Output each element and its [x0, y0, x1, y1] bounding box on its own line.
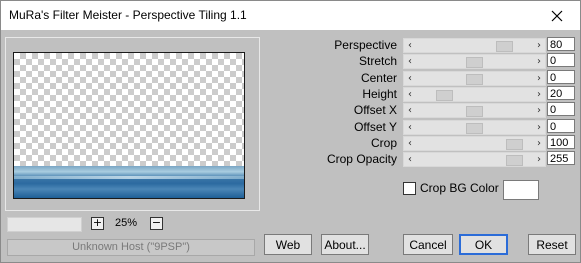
- close-icon: [551, 10, 563, 21]
- chevron-right-icon[interactable]: ›: [533, 121, 545, 134]
- filter-dialog: MuRa's Filter Meister - Perspective Tili…: [0, 0, 581, 263]
- cancel-button[interactable]: Cancel: [403, 234, 453, 255]
- param-slider[interactable]: ‹ ›: [403, 103, 546, 118]
- param-label: Height: [362, 87, 397, 101]
- param-value-field[interactable]: 255: [547, 151, 575, 165]
- chevron-right-icon[interactable]: ›: [533, 72, 545, 85]
- param-label: Offset Y: [354, 120, 397, 134]
- window-title: MuRa's Filter Meister - Perspective Tili…: [9, 8, 247, 22]
- slider-thumb[interactable]: [466, 106, 483, 117]
- about-button[interactable]: About...: [321, 234, 369, 255]
- param-value-field[interactable]: 0: [547, 53, 575, 67]
- zoom-in-button[interactable]: +: [91, 217, 104, 230]
- param-slider[interactable]: ‹ ›: [403, 120, 546, 135]
- param-slider[interactable]: ‹ ›: [403, 54, 546, 69]
- slider-thumb[interactable]: [506, 139, 523, 150]
- web-button[interactable]: Web: [264, 234, 312, 255]
- chevron-right-icon[interactable]: ›: [533, 104, 545, 117]
- chevron-left-icon[interactable]: ‹: [404, 153, 416, 166]
- crop-bg-color-label: Crop BG Color: [420, 181, 499, 195]
- param-label: Stretch: [358, 54, 397, 68]
- slider-thumb[interactable]: [506, 155, 523, 166]
- param-value-field[interactable]: 100: [547, 135, 575, 149]
- param-value-field[interactable]: 0: [547, 102, 575, 116]
- param-label: Crop: [370, 136, 397, 150]
- chevron-left-icon[interactable]: ‹: [404, 55, 416, 68]
- param-value-field[interactable]: 20: [547, 86, 575, 100]
- preview-tiled-floor: [14, 166, 244, 198]
- param-value-field[interactable]: 0: [547, 119, 575, 133]
- param-label: Center: [360, 71, 397, 85]
- slider-thumb[interactable]: [496, 41, 513, 52]
- chevron-left-icon[interactable]: ‹: [404, 121, 416, 134]
- title-bar[interactable]: MuRa's Filter Meister - Perspective Tili…: [1, 1, 580, 30]
- slider-thumb[interactable]: [436, 90, 453, 101]
- param-slider[interactable]: ‹ ›: [403, 38, 546, 53]
- chevron-right-icon[interactable]: ›: [533, 39, 545, 52]
- zoom-level: 25%: [115, 217, 138, 229]
- crop-bg-color-checkbox[interactable]: [403, 182, 416, 195]
- crop-bg-color-swatch[interactable]: [503, 180, 539, 200]
- zoom-out-button[interactable]: −: [150, 217, 163, 230]
- slider-thumb[interactable]: [466, 123, 483, 134]
- chevron-left-icon[interactable]: ‹: [404, 137, 416, 150]
- chevron-left-icon[interactable]: ‹: [404, 72, 416, 85]
- slider-thumb[interactable]: [466, 74, 483, 85]
- param-slider[interactable]: ‹ ›: [403, 136, 546, 151]
- reset-button[interactable]: Reset: [528, 234, 576, 255]
- param-value-field[interactable]: 0: [547, 70, 575, 84]
- chevron-left-icon[interactable]: ‹: [404, 88, 416, 101]
- chevron-right-icon[interactable]: ›: [533, 88, 545, 101]
- param-label: Offset X: [353, 103, 397, 117]
- chevron-right-icon[interactable]: ›: [533, 55, 545, 68]
- ok-button[interactable]: OK: [459, 234, 508, 255]
- chevron-right-icon[interactable]: ›: [533, 153, 545, 166]
- param-value-field[interactable]: 80: [547, 37, 575, 51]
- param-slider[interactable]: ‹ ›: [403, 71, 546, 86]
- chevron-right-icon[interactable]: ›: [533, 137, 545, 150]
- chevron-left-icon[interactable]: ‹: [404, 39, 416, 52]
- host-status: Unknown Host ("9PSP"): [7, 239, 255, 256]
- param-slider[interactable]: ‹ ›: [403, 87, 546, 102]
- slider-thumb[interactable]: [466, 57, 483, 68]
- chevron-left-icon[interactable]: ‹: [404, 104, 416, 117]
- preview-image[interactable]: [13, 52, 245, 199]
- param-label: Perspective: [334, 38, 397, 52]
- close-button[interactable]: [534, 1, 580, 30]
- zoom-track: [7, 217, 82, 232]
- param-label: Crop Opacity: [326, 152, 397, 166]
- param-slider[interactable]: ‹ ›: [403, 152, 546, 167]
